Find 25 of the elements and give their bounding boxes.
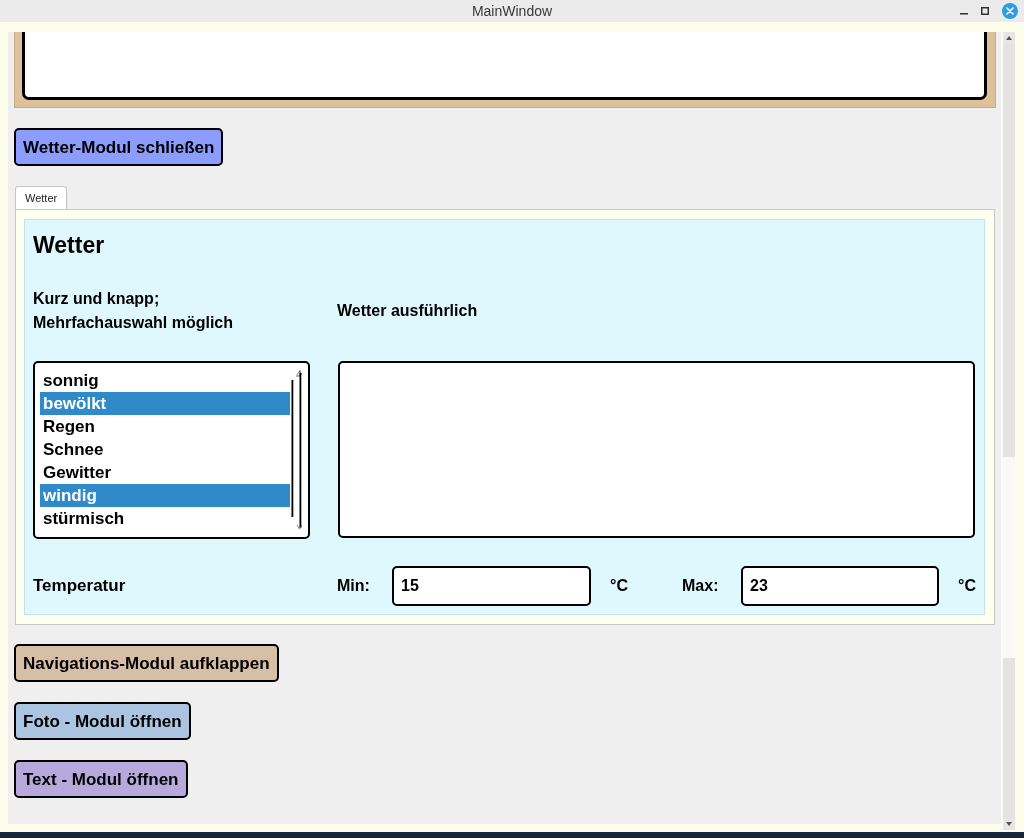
- module-button[interactable]: Wetter-Modul schließen: [14, 128, 224, 166]
- list-label: Kurz und knapp; Mehrfachauswahl möglich: [33, 289, 234, 333]
- min-input[interactable]: 15: [392, 566, 591, 606]
- max-input[interactable]: 23: [741, 566, 939, 606]
- detail-text-field[interactable]: [338, 361, 975, 538]
- maximize-icon[interactable]: [981, 7, 989, 15]
- module-button[interactable]: Navigations-Modul aufklappen: [14, 644, 279, 682]
- minimize-icon[interactable]: [960, 12, 968, 15]
- list-item[interactable]: bewölkt: [40, 392, 290, 415]
- tab[interactable]: Wetter: [15, 186, 68, 209]
- temperature-label: Temperatur: [33, 576, 126, 596]
- max-label: Max:: [682, 577, 719, 594]
- list-scrollbar[interactable]: [290, 369, 302, 531]
- detail-label: Wetter ausführlich: [337, 301, 478, 321]
- scrollbar-thumb[interactable]: [1003, 457, 1015, 658]
- module-button[interactable]: Foto - Modul öffnen: [14, 702, 191, 740]
- max-unit: °C: [958, 577, 976, 594]
- weather-heading: Wetter: [33, 231, 105, 259]
- close-icon[interactable]: [1002, 3, 1018, 19]
- list-item[interactable]: windig: [40, 484, 290, 507]
- min-unit: °C: [610, 577, 628, 594]
- module-button[interactable]: Text - Modul öffnen: [14, 760, 188, 798]
- min-label: Min:: [337, 577, 370, 594]
- window-title: MainWindow: [471, 4, 553, 18]
- weather-list[interactable]: sonnig bewölkt Regen Schnee Gewitter windig stürmisch: [33, 361, 310, 539]
